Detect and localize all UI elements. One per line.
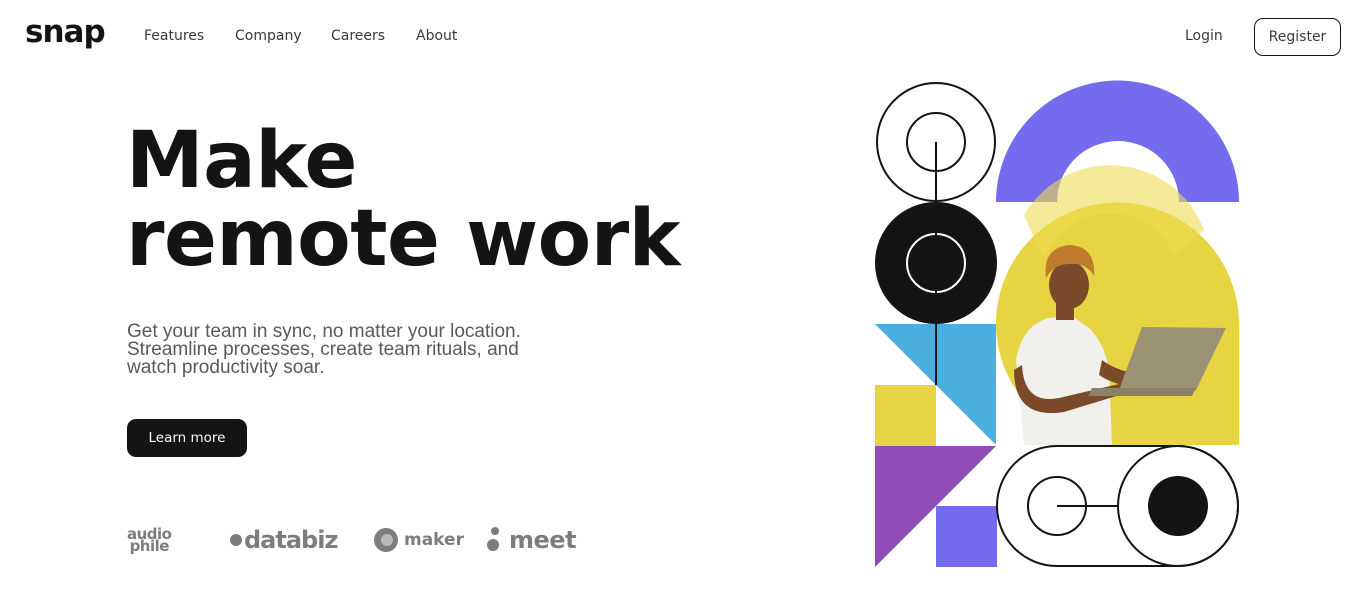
client-logo-audiophile: audio phile — [127, 520, 172, 560]
hero-illustration — [875, 80, 1239, 567]
audiophile-line-2: phile — [129, 537, 170, 555]
maker-text: maker — [404, 530, 464, 550]
subtext-line-3: watch productivity soar. — [127, 357, 325, 378]
headline-line-1: Make — [126, 116, 357, 206]
maker-mark-icon — [374, 528, 398, 552]
nav-item-about[interactable]: About — [416, 28, 457, 44]
hero-headline: Make remote work — [126, 116, 681, 284]
register-button[interactable]: Register — [1254, 18, 1341, 56]
nav-item-careers[interactable]: Careers — [331, 28, 385, 44]
brand-logo[interactable]: snap — [25, 14, 106, 50]
meet-text: meet — [509, 526, 577, 554]
hero-subtext: Get your team in sync, no matter your lo… — [127, 322, 597, 378]
learn-more-button[interactable]: Learn more — [127, 419, 247, 457]
purple-square-shape — [936, 506, 997, 567]
pill-circles-icon — [996, 445, 1239, 567]
headline-line-2: remote work — [126, 194, 681, 284]
client-logo-maker: maker — [374, 520, 464, 560]
nav-item-company[interactable]: Company — [235, 28, 302, 44]
login-link[interactable]: Login — [1185, 28, 1223, 44]
meet-mark-icon — [487, 527, 503, 553]
nav-item-features[interactable]: Features — [144, 28, 204, 44]
yellow-square-shape — [875, 385, 936, 446]
person-with-laptop-photo — [996, 165, 1239, 445]
client-logo-meet: meet — [487, 520, 577, 560]
databiz-mark-icon — [230, 534, 242, 546]
client-logo-databiz: databiz — [230, 520, 338, 560]
databiz-text: databiz — [244, 526, 338, 554]
